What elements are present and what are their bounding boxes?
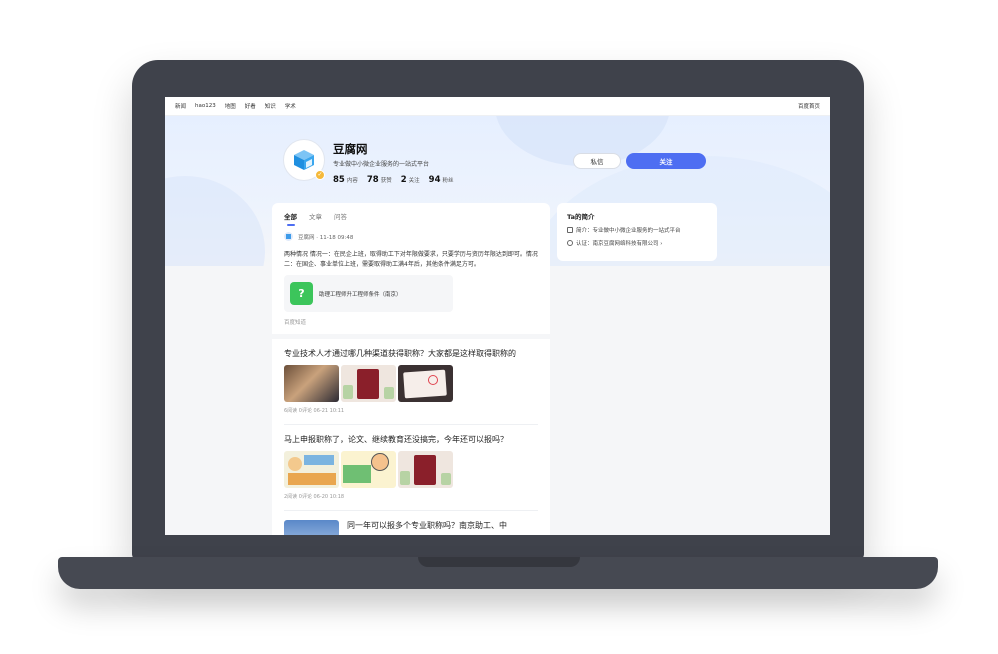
browser-screen: 新闻 hao123 地图 好看 知识 学术 百度首页 ✓ 豆腐网 专业做中小微企… [165, 97, 830, 535]
profile-description: 专业做中小微企业服务的一站式平台 [333, 161, 430, 168]
nav-link-xueshu[interactable]: 学术 [285, 102, 296, 110]
verified-badge-icon: ✓ [315, 170, 325, 180]
author-avatar-icon [284, 232, 293, 241]
article-meta: 6阅读 0评论 06-21 10:11 [284, 408, 345, 414]
nav-link-news[interactable]: 新闻 [175, 102, 186, 110]
article-title[interactable]: 马上申报职称了，论文、继续教育还没搞完，今年还可以报吗？ [284, 434, 538, 445]
intro-certification[interactable]: 认证：南京豆腐网络科技有限公司 › [567, 239, 707, 247]
article-meta: 2阅读 0评论 06-20 10:18 [284, 494, 345, 500]
laptop-notch [418, 557, 580, 567]
article-thumbnail[interactable] [341, 451, 396, 488]
cube-logo-icon [294, 150, 314, 170]
post-source: 百度知道 [284, 320, 307, 326]
nav-link-map[interactable]: 地图 [225, 102, 236, 110]
article-thumbnail[interactable] [284, 451, 339, 488]
tab-qa[interactable]: 问答 [334, 211, 347, 226]
article-thumbnail[interactable] [398, 451, 453, 488]
stat-likes: 78 获赞 [366, 175, 392, 185]
intro-summary: 简介：专业做中小微企业服务的一站式平台 [567, 226, 707, 234]
profile-intro-card: Ta的简介 简介：专业做中小微企业服务的一站式平台 认证：南京豆腐网络科技有限公… [557, 203, 717, 261]
article-thumbnail[interactable] [341, 365, 396, 402]
tab-all[interactable]: 全部 [284, 211, 297, 226]
linked-answer-card[interactable]: ? 助理工程师升工程师条件（南京） [284, 275, 453, 312]
article-item[interactable]: 同一年可以报多个专业职称吗？南京助工、中 [272, 511, 550, 535]
document-icon [567, 227, 573, 233]
article-thumbnail[interactable] [284, 520, 339, 535]
article-item[interactable]: 专业技术人才通过哪几种渠道获得职称？大家都是这样取得职称的 6阅读 0评论 06… [272, 339, 550, 414]
certified-icon [567, 240, 573, 246]
article-thumbnail[interactable] [398, 365, 453, 402]
profile-header: ✓ 豆腐网 专业做中小微企业服务的一站式平台 85 内容 78 获赞 2 关注 94 粉… [283, 139, 463, 185]
nav-link-hao123[interactable]: hao123 [195, 103, 216, 109]
article-thumbnails [284, 365, 538, 402]
avatar[interactable]: ✓ [283, 139, 325, 181]
nav-link-zhidao[interactable]: 知识 [265, 102, 276, 110]
top-navigation: 新闻 hao123 地图 好看 知识 学术 百度首页 [165, 97, 830, 116]
tab-articles[interactable]: 文章 [309, 211, 322, 226]
post-author: 豆腐网 · 11-18 09:48 [272, 226, 550, 241]
question-icon: ? [290, 282, 313, 305]
stat-content[interactable]: 85 内容 [333, 175, 358, 185]
article-thumbnail[interactable] [284, 365, 339, 402]
profile-name: 豆腐网 [333, 142, 368, 156]
article-title[interactable]: 专业技术人才通过哪几种渠道获得职称？大家都是这样取得职称的 [284, 348, 538, 359]
article-item[interactable]: 马上申报职称了，论文、继续教育还没搞完，今年还可以报吗？ 2阅读 0评论 06-… [272, 425, 550, 500]
stat-following[interactable]: 2 关注 [401, 175, 420, 185]
intro-title: Ta的简介 [567, 213, 595, 221]
post-author-meta: 豆腐网 · 11-18 09:48 [298, 234, 354, 241]
article-thumbnails [284, 451, 538, 488]
article-title[interactable]: 同一年可以报多个专业职称吗？南京助工、中 [347, 520, 517, 535]
feed-tabs: 全部 文章 问答 [272, 203, 550, 226]
nav-link-haokan[interactable]: 好看 [245, 102, 256, 110]
message-button[interactable]: 私信 [573, 153, 621, 169]
stat-followers[interactable]: 94 粉丝 [429, 175, 454, 185]
nav-link-baidu-home[interactable]: 百度首页 [798, 102, 820, 110]
post-text[interactable]: 两种情况 情况一：在民企上班，取得助工下对年限做要求，只要学历与资历年限达到即可… [272, 241, 550, 270]
follow-button[interactable]: 关注 [626, 153, 706, 169]
linked-answer-title: 助理工程师升工程师条件（南京） [319, 291, 402, 298]
content-feed: 全部 文章 问答 豆腐网 · 11-18 09:48 两种情况 情况一：在民企上… [272, 203, 550, 535]
profile-stats: 85 内容 78 获赞 2 关注 94 粉丝 [333, 175, 463, 185]
